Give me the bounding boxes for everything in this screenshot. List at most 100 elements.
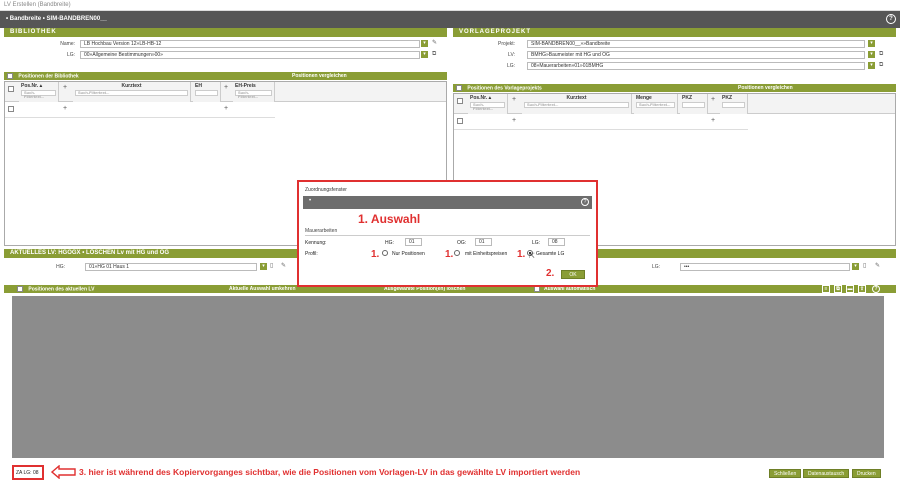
col-eh-label: EH xyxy=(195,83,202,89)
dialog-lg-field[interactable]: 08 xyxy=(548,238,565,246)
chevron-down-icon[interactable]: ▾ xyxy=(421,40,428,47)
row-checkbox[interactable] xyxy=(8,86,14,92)
lv-field[interactable]: BMHG»Baumeister mit HG und OG xyxy=(527,51,865,59)
chevron-down-icon[interactable]: ▾ xyxy=(852,263,859,270)
new-document-icon[interactable]: ▯ xyxy=(863,262,866,270)
help-icon[interactable]: ? xyxy=(872,285,880,293)
col-ehpreis-label: EH-Preis xyxy=(235,83,256,89)
list-icon[interactable]: ≡ xyxy=(822,285,830,293)
row-checkbox[interactable] xyxy=(8,106,14,112)
compare-positions-label[interactable]: Positionen vergleichen xyxy=(738,85,793,91)
col-pkz2[interactable]: PKZ xyxy=(720,94,748,114)
aktuelles-grid-area[interactable] xyxy=(12,296,884,458)
row-checkbox[interactable] xyxy=(457,118,463,124)
mouse-cursor-icon: ⇱ xyxy=(529,253,535,260)
add-icon[interactable]: + xyxy=(711,96,715,103)
opt-einheitspreise-label: mit Einheitspreisen xyxy=(465,251,508,257)
dialog-section: Mauerarbeiten xyxy=(305,228,590,236)
hg-label: HG: xyxy=(56,264,65,270)
col-posnr-label: Pos.Nr. xyxy=(470,95,488,101)
invert-selection-label[interactable]: Aktuelle Auswahl umkehren xyxy=(229,286,296,292)
ok-button[interactable]: OK xyxy=(561,270,585,279)
bibliothek-heading: BIBLIOTHEK xyxy=(4,28,447,37)
aktuelles-grid-title: Positionen des aktuellen LV xyxy=(28,286,95,293)
chevron-down-icon[interactable]: ▾ xyxy=(421,51,428,58)
close-button[interactable]: Schließen xyxy=(769,469,802,478)
col-posnr[interactable]: Pos.Nr. ▴ Such-Filtertext... xyxy=(468,94,508,114)
data-exchange-button[interactable]: Datenaustausch xyxy=(803,469,850,478)
select-all-checkbox[interactable] xyxy=(17,286,23,292)
kurztext-filter[interactable]: Such-Filtertext... xyxy=(75,90,188,96)
dialog-subbar-text: • xyxy=(309,198,312,204)
copy-icon[interactable]: ⧉ xyxy=(879,50,883,58)
posnr-filter[interactable]: Such-Filtertext... xyxy=(21,90,56,99)
add-icon[interactable]: + xyxy=(224,105,228,112)
radio-nur-positionen[interactable] xyxy=(382,250,388,256)
menge-filter[interactable]: Such-Filtertext... xyxy=(636,102,675,108)
col-kurztext[interactable]: Kurztext Such-Filtertext... xyxy=(522,94,632,114)
add-icon[interactable]: + xyxy=(512,117,516,124)
chevron-down-icon[interactable]: ▾ xyxy=(868,40,875,47)
bibliothek-lg-label: LG: xyxy=(66,52,75,58)
pkz-filter[interactable] xyxy=(682,102,705,108)
assignment-dialog: Zuordnungsfenster • ? 1. Auswahl Mauerar… xyxy=(297,180,598,287)
bibliothek-lg-field[interactable]: 00»Allgemeine Bestimmungen»00» xyxy=(80,51,420,59)
aktuelles-lg-field[interactable]: ••• xyxy=(680,263,850,271)
annotation-num-1: 1. xyxy=(371,249,380,260)
chevron-down-icon[interactable]: ▾ xyxy=(868,62,875,69)
col-kurztext[interactable]: Kurztext Such-Filtertext... xyxy=(73,82,191,102)
col-menge[interactable]: Menge Such-Filtertext... xyxy=(634,94,678,114)
bibliothek-name-field[interactable]: LB Hochbau Version 12»LB-HB-12 xyxy=(80,40,420,48)
dialog-lg-label: LG: xyxy=(532,240,541,246)
vorlage-grid-title: Positionen des Vorlageprojekts xyxy=(467,85,542,92)
eh-filter[interactable] xyxy=(195,90,218,96)
dialog-subbar: • ? xyxy=(303,196,592,209)
copy-icon[interactable]: ⧉ xyxy=(834,285,842,293)
new-document-icon[interactable]: ▯ xyxy=(270,262,273,270)
add-icon[interactable]: + xyxy=(512,96,516,103)
col-pkz2-label: PKZ xyxy=(722,95,732,101)
select-all-checkbox[interactable] xyxy=(7,73,13,79)
app-title: • Bandbreite • SIM-BANDBREN00__ xyxy=(6,16,107,22)
kennung-label: Kennung: xyxy=(305,240,327,246)
ehpreis-filter[interactable]: Such-Filtertext... xyxy=(235,90,272,99)
pencil-icon[interactable]: ✎ xyxy=(281,262,286,270)
col-pkz[interactable]: PKZ xyxy=(680,94,708,114)
add-icon[interactable]: + xyxy=(63,105,67,112)
arrow-left-icon xyxy=(50,464,77,480)
profil-label: Profil: xyxy=(305,251,318,257)
table-row[interactable]: + + xyxy=(5,102,275,118)
help-icon[interactable]: ? xyxy=(581,198,589,206)
vorlage-lg-field[interactable]: 08»Mauerarbeiten»01»01BMHG xyxy=(527,62,865,70)
dialog-og-field[interactable]: 01 xyxy=(475,238,492,246)
add-icon[interactable]: + xyxy=(224,84,228,91)
compare-positions-label[interactable]: Positionen vergleichen xyxy=(292,73,347,79)
chevron-down-icon[interactable]: ▾ xyxy=(868,51,875,58)
copy-icon[interactable]: ⧉ xyxy=(432,50,436,58)
col-eh[interactable]: EH xyxy=(193,82,221,102)
col-posnr[interactable]: Pos.Nr. ▴ Such-Filtertext... xyxy=(19,82,59,102)
projekt-field[interactable]: SIM-BANDBREN00__»»Bandbreite xyxy=(527,40,865,48)
row-checkbox[interactable] xyxy=(457,98,463,104)
radio-einheitspreise[interactable] xyxy=(454,250,460,256)
kurztext-filter[interactable]: Such-Filtertext... xyxy=(524,102,629,108)
help-icon[interactable]: ? xyxy=(886,14,896,24)
bibliothek-name-label: Name: xyxy=(60,41,75,47)
chevron-down-icon[interactable]: ▾ xyxy=(260,263,267,270)
col-ehpreis[interactable]: EH-Preis Such-Filtertext... xyxy=(233,82,275,102)
add-icon[interactable]: + xyxy=(63,84,67,91)
export-icon[interactable]: ⇪ xyxy=(858,285,866,293)
select-all-checkbox[interactable] xyxy=(456,85,462,91)
hg-field[interactable]: 01»HG 01 Haus 1 xyxy=(85,263,257,271)
col-kurztext-label: Kurztext xyxy=(566,95,587,101)
dialog-hg-field[interactable]: 01 xyxy=(405,238,422,246)
copy-icon[interactable]: ⧉ xyxy=(879,61,883,69)
table-row[interactable]: + + xyxy=(454,114,748,130)
posnr-filter[interactable]: Such-Filtertext... xyxy=(470,102,505,111)
pencil-icon[interactable]: ✎ xyxy=(432,39,437,47)
add-icon[interactable]: + xyxy=(711,117,715,124)
folder-icon[interactable]: ▬ xyxy=(846,285,854,293)
pkz2-filter[interactable] xyxy=(722,102,745,108)
print-button[interactable]: Drucken xyxy=(852,469,881,478)
pencil-icon[interactable]: ✎ xyxy=(875,262,880,270)
